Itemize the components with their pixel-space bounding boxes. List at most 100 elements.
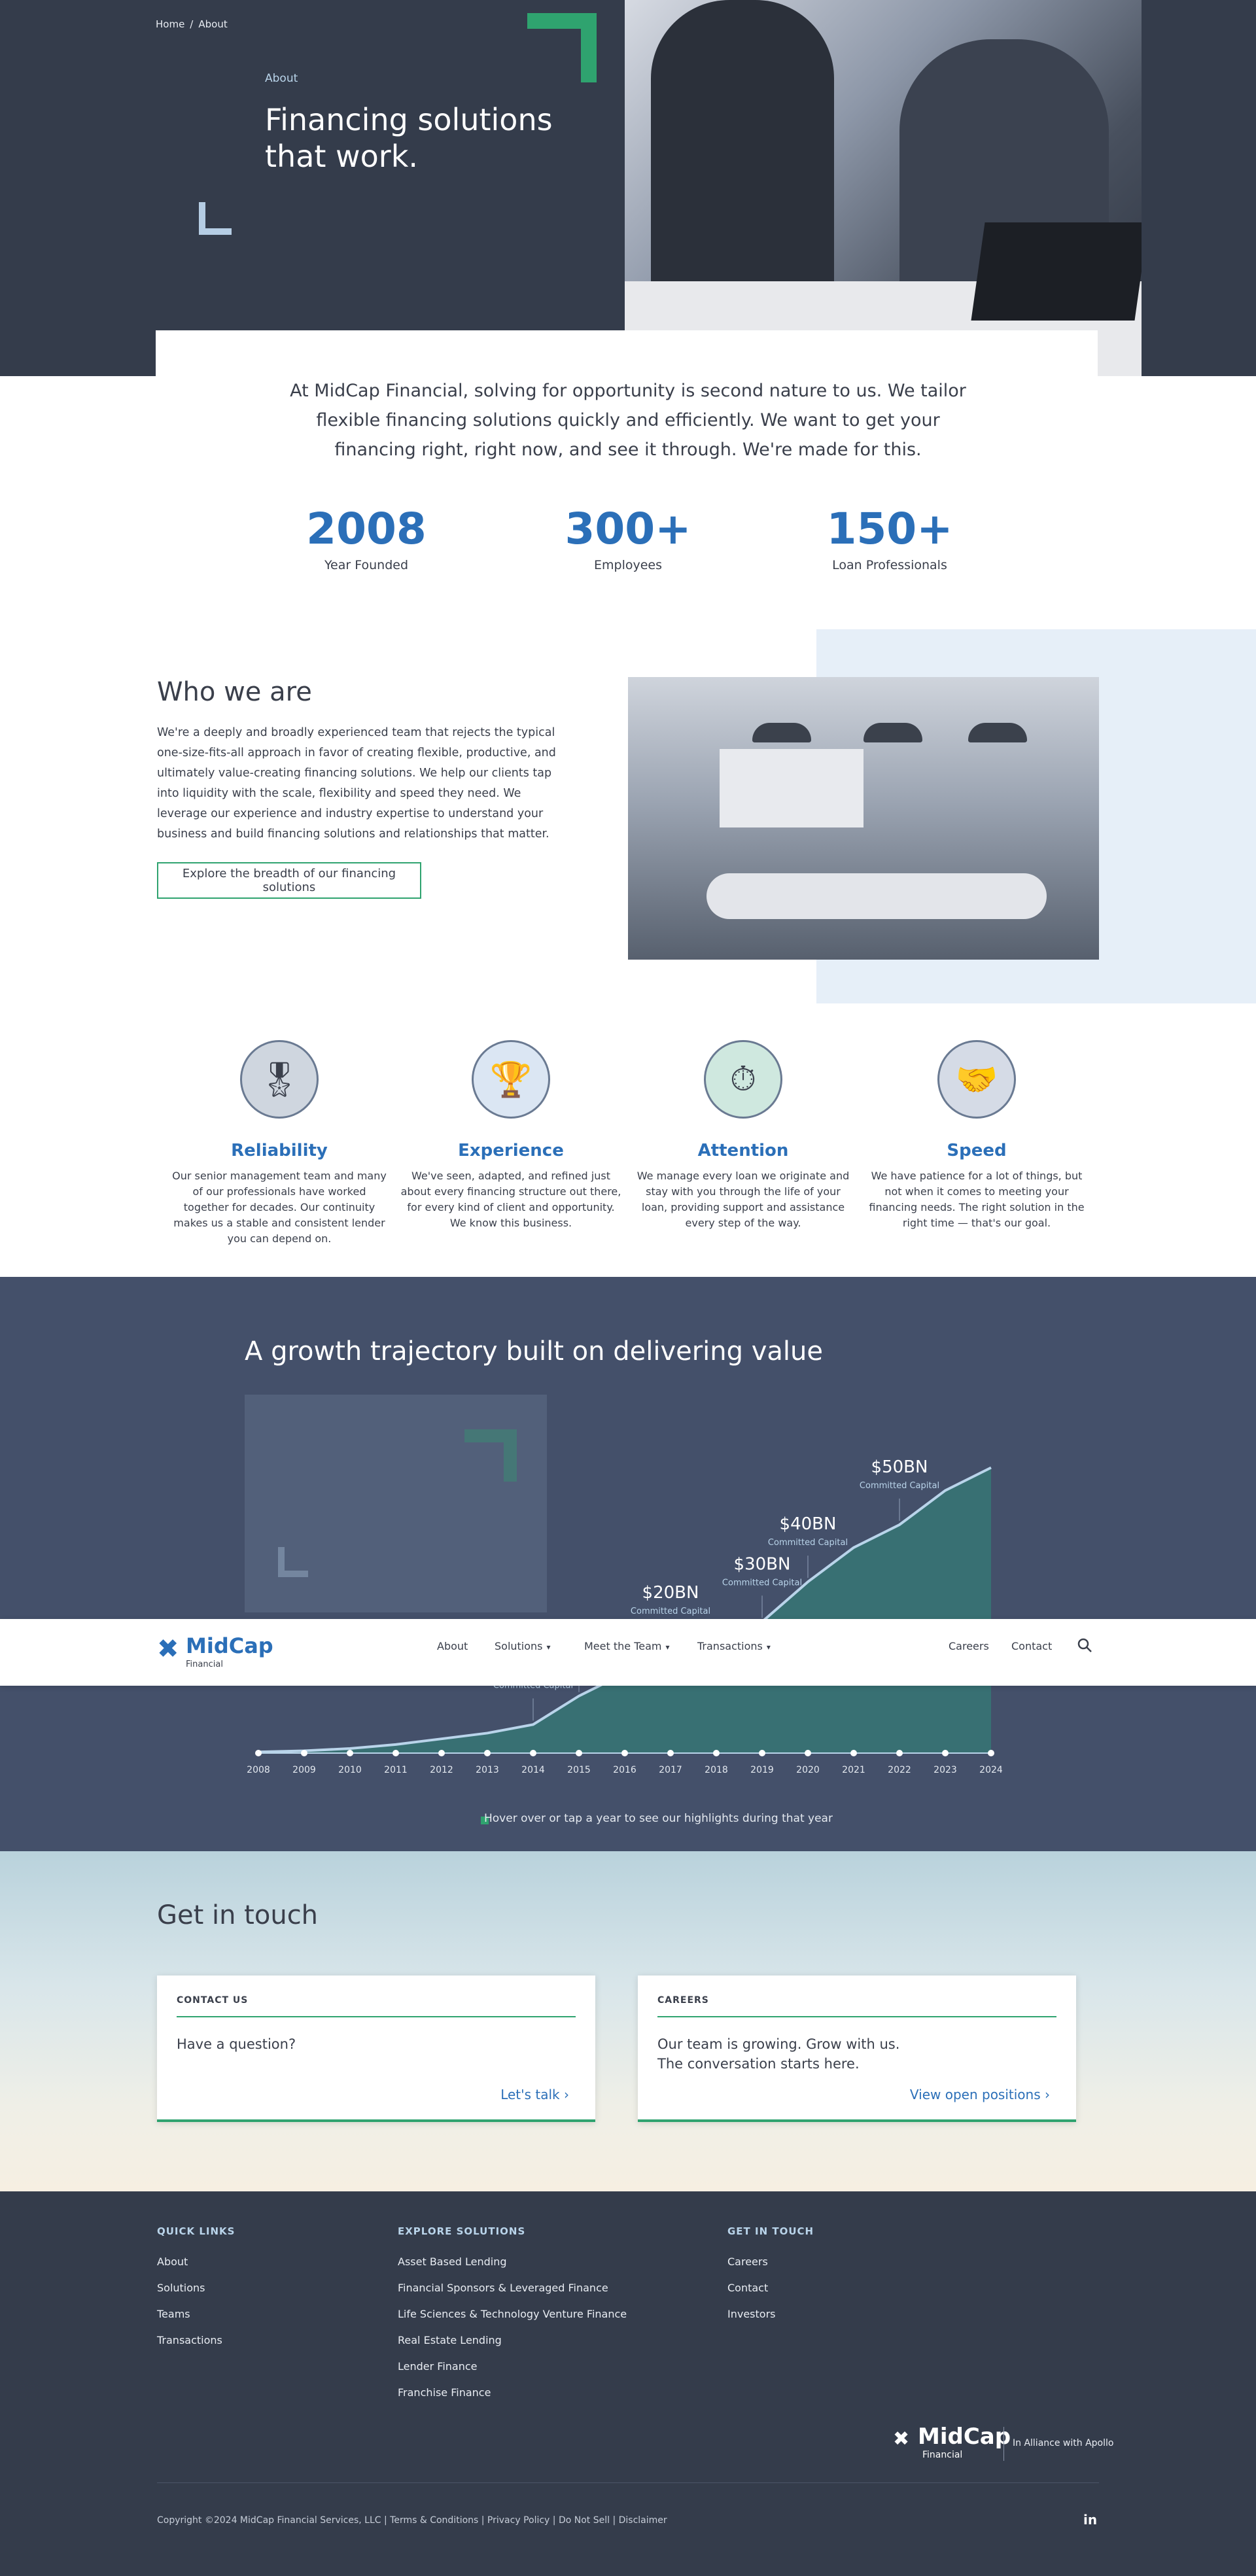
midcap-logo[interactable]: ✖ MidCap Financial (157, 1632, 273, 1671)
footer-link[interactable]: Lender Finance (398, 2360, 478, 2373)
nav-meet-the-team[interactable]: Meet the Team ▾ (584, 1640, 670, 1652)
card-eyebrow: CONTACT US (177, 1995, 249, 2006)
value-title: Experience (458, 1141, 564, 1160)
who-we-are-text: We're a deeply and broadly experienced t… (157, 726, 556, 841)
office-meeting-photo (628, 677, 1099, 960)
growth-hint: Hover over or tap a year to see our high… (484, 1812, 833, 1825)
nav-contact[interactable]: Contact (1011, 1640, 1052, 1652)
year-tick-label[interactable]: 2016 (613, 1765, 637, 1775)
year-marker (392, 1750, 399, 1756)
footer-link[interactable]: Contact (727, 2282, 768, 2294)
year-marker (484, 1750, 491, 1756)
year-tick-label[interactable]: 2011 (384, 1765, 408, 1775)
view-positions-link[interactable]: View open positions › (910, 2087, 1050, 2102)
footer-link[interactable]: Asset Based Lending (398, 2255, 507, 2268)
year-tick-label[interactable]: 2009 (292, 1765, 316, 1775)
get-in-touch-heading: Get in touch (157, 1900, 319, 1930)
year-marker (667, 1750, 674, 1756)
growth-area (258, 1467, 991, 1753)
footer-link[interactable]: Franchise Finance (398, 2386, 491, 2399)
annotation-value: $50BN (871, 1457, 928, 1477)
stat-employees: 300+ Employees (530, 504, 726, 572)
nav-solutions-label: Solutions (495, 1640, 543, 1652)
footer-link[interactable]: Investors (727, 2308, 775, 2320)
chevron-down-icon: ▾ (665, 1643, 670, 1652)
card-divider (177, 2016, 576, 2017)
chevron-down-icon: ▾ (766, 1643, 771, 1652)
year-tick-label[interactable]: 2008 (247, 1765, 270, 1775)
footer-link[interactable]: Solutions (157, 2282, 205, 2294)
stat-number: 2008 (306, 504, 427, 554)
breadcrumb-current[interactable]: About (198, 18, 227, 30)
careers-card[interactable]: CAREERS Our team is growing. Grow with u… (638, 1976, 1076, 2122)
year-marker (530, 1750, 536, 1756)
card-message: Have a question? (177, 2036, 296, 2052)
year-marker (255, 1750, 262, 1756)
year-tick-label[interactable]: 2022 (888, 1765, 911, 1775)
year-marker (850, 1750, 857, 1756)
footer-link[interactable]: Careers (727, 2255, 768, 2268)
card-message-line-1: Our team is growing. Grow with us. (657, 2036, 900, 2052)
card-divider (657, 2016, 1056, 2017)
search-icon[interactable] (1077, 1637, 1092, 1653)
page-title: Financing solutions that work. (265, 101, 553, 175)
stat-label: Employees (594, 558, 662, 572)
footer-link[interactable]: Life Sciences & Technology Venture Finan… (398, 2308, 627, 2320)
footer-link[interactable]: Teams (157, 2308, 190, 2320)
footer-link[interactable]: About (157, 2255, 188, 2268)
footer-copyright-links[interactable]: Copyright ©2024 MidCap Financial Service… (157, 2515, 667, 2526)
nav-careers[interactable]: Careers (949, 1640, 989, 1652)
year-tick-label[interactable]: 2021 (842, 1765, 865, 1775)
nav-about[interactable]: About (437, 1640, 468, 1652)
nav-transactions[interactable]: Transactions ▾ (697, 1640, 771, 1652)
stat-number: 150+ (826, 504, 953, 554)
intro-text: At MidCap Financial, solving for opportu… (290, 381, 966, 460)
year-marker (301, 1750, 307, 1756)
year-tick-label[interactable]: 2023 (933, 1765, 957, 1775)
footer-logo-divider (1003, 2427, 1004, 2461)
lets-talk-link[interactable]: Let's talk › (500, 2087, 569, 2102)
year-tick-label[interactable]: 2014 (521, 1765, 545, 1775)
footer-link[interactable]: Transactions (157, 2334, 222, 2346)
value-reliability: 🎖 Reliability Our senior management team… (165, 1040, 394, 1247)
logo-sub: Financial (186, 1660, 223, 1669)
year-tick-label[interactable]: 2010 (338, 1765, 362, 1775)
stat-label: Year Founded (324, 558, 409, 572)
annotation-label: Committed Capital (860, 1481, 939, 1491)
year-marker (621, 1750, 628, 1756)
card-message-line-2: The conversation starts here. (657, 2056, 860, 2072)
explore-solutions-button[interactable]: Explore the breadth of our financing sol… (157, 862, 421, 899)
chevron-down-icon: ▾ (546, 1643, 551, 1652)
handshake-icon: 🤝 (937, 1040, 1016, 1119)
bracket-decoration-bottom-left (199, 202, 232, 235)
year-marker (576, 1750, 582, 1756)
year-tick-label[interactable]: 2015 (567, 1765, 591, 1775)
footer-link[interactable]: Financial Sponsors & Leveraged Finance (398, 2282, 608, 2294)
year-tick-label[interactable]: 2020 (796, 1765, 820, 1775)
hero-photo (625, 0, 1142, 376)
breadcrumb-home-link[interactable]: Home (156, 18, 184, 30)
page-title-line-2: that work. (265, 139, 418, 174)
year-marker (438, 1750, 445, 1756)
nav-contact-label: Contact (1011, 1640, 1053, 1652)
stopwatch-icon: ⏱ (704, 1040, 782, 1119)
footer-divider (157, 2482, 1099, 2483)
footer-logo-sub: Financial (922, 2450, 963, 2460)
nav-solutions[interactable]: Solutions ▾ (495, 1640, 551, 1652)
footer-link[interactable]: Real Estate Lending (398, 2334, 502, 2346)
value-text: We have patience for a lot of things, bu… (869, 1170, 1085, 1229)
year-tick-label[interactable]: 2018 (705, 1765, 728, 1775)
value-title: Speed (947, 1141, 1007, 1160)
year-tick-label[interactable]: 2012 (430, 1765, 453, 1775)
bracket-decoration-top-right (527, 13, 597, 82)
year-tick-label[interactable]: 2019 (750, 1765, 774, 1775)
year-tick-label[interactable]: 2017 (659, 1765, 682, 1775)
logo-mark-icon: ✖ (157, 1634, 179, 1664)
card-message: Our team is growing. Grow with us. The c… (657, 2034, 899, 2074)
contact-card[interactable]: CONTACT US Have a question? Let's talk › (157, 1976, 595, 2122)
year-tick-label[interactable]: 2013 (476, 1765, 499, 1775)
photo-lamp (864, 723, 922, 742)
nav-about-label: About (437, 1640, 468, 1652)
year-tick-label[interactable]: 2024 (979, 1765, 1003, 1775)
linkedin-icon[interactable]: in (1083, 2512, 1097, 2528)
